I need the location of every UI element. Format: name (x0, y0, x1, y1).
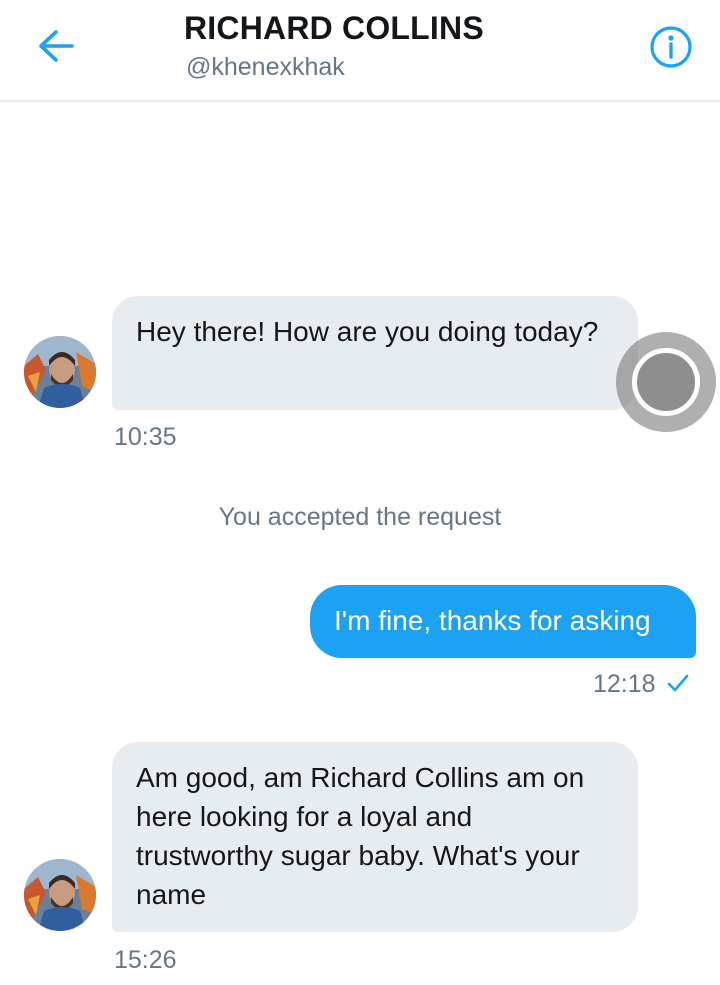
message-timestamp: 10:35 (114, 423, 177, 451)
dm-conversation-screen: RICHARD COLLINS @khenexkhak Hey there! H… (0, 0, 720, 985)
checkmark-icon (667, 675, 688, 692)
profile-photo (24, 336, 96, 408)
message-bubble-received[interactable]: Hey there! How are you doing today? (112, 296, 638, 410)
system-note: You accepted the request (218, 503, 502, 531)
back-button[interactable] (30, 22, 82, 70)
profile-photo (24, 859, 96, 931)
message-bubble-received[interactable]: Am good, am Richard Collins am on here l… (112, 742, 638, 932)
info-button[interactable] (646, 22, 696, 72)
avatar[interactable] (24, 859, 96, 931)
conversation-header: RICHARD COLLINS @khenexkhak (0, 0, 720, 102)
info-icon (650, 26, 692, 68)
assistive-touch-inner (632, 348, 700, 416)
sent-meta: 12:18 (593, 670, 690, 699)
assistive-touch-button[interactable] (616, 332, 716, 432)
conversation-title: RICHARD COLLINS (184, 10, 484, 46)
message-bubble-sent[interactable]: I'm fine, thanks for asking (310, 585, 696, 658)
arrow-left-icon (39, 30, 74, 62)
conversation-handle: @khenexkhak (186, 53, 345, 81)
message-timestamp: 15:26 (114, 946, 177, 974)
message-timestamp: 12:18 (593, 670, 656, 698)
avatar[interactable] (24, 336, 96, 408)
